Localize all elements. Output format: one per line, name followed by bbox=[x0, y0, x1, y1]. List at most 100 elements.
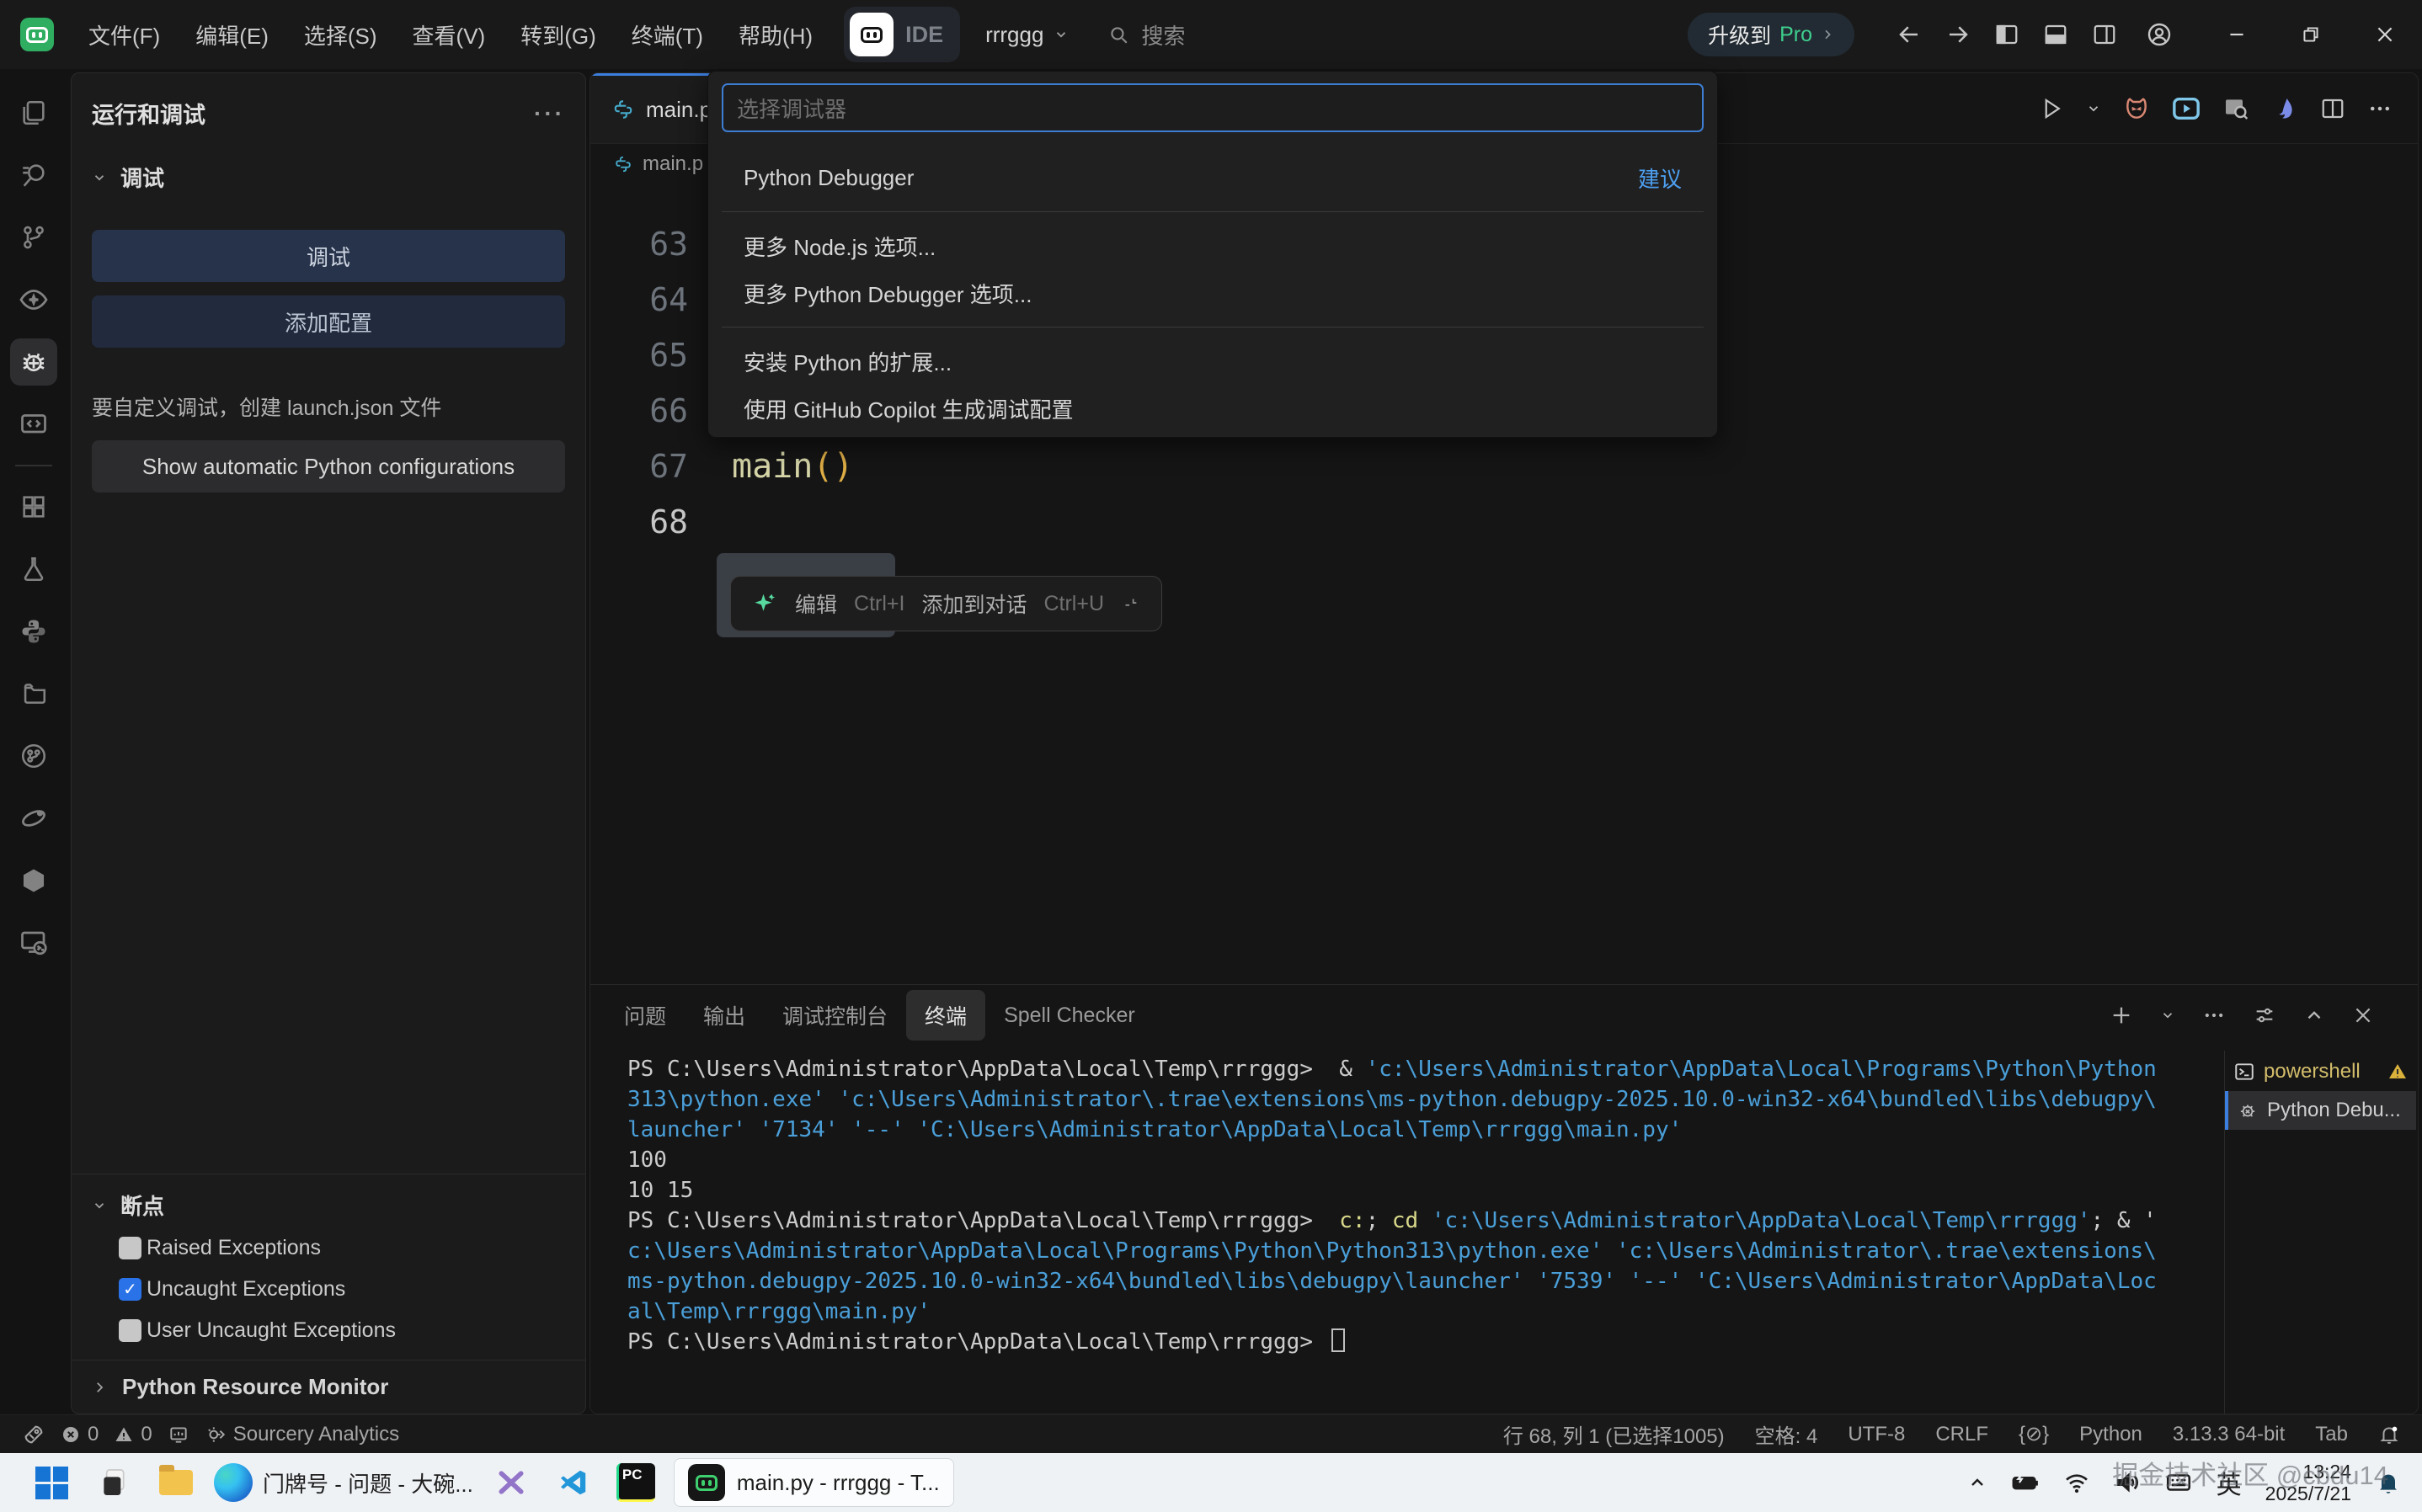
panel-filter-icon[interactable] bbox=[2253, 1004, 2276, 1027]
nav-forward-button[interactable] bbox=[1934, 22, 1982, 47]
restore-button[interactable] bbox=[2274, 0, 2348, 69]
ime-keyboard-icon[interactable] bbox=[2164, 1468, 2193, 1497]
picker-item-more-node[interactable]: 更多 Node.js 选项... bbox=[722, 222, 1704, 269]
minimize-button[interactable] bbox=[2200, 0, 2274, 69]
breakpoint-checkbox-0[interactable] bbox=[119, 1237, 141, 1259]
tray-expand-icon[interactable] bbox=[1967, 1472, 1987, 1493]
close-button[interactable] bbox=[2348, 0, 2422, 69]
preview-icon[interactable] bbox=[2222, 95, 2249, 122]
ide-mode-badge[interactable]: IDE bbox=[844, 7, 960, 62]
python-icon[interactable] bbox=[10, 608, 57, 655]
menu-item-0[interactable]: 文件(F) bbox=[71, 0, 178, 69]
eol-sequence[interactable]: CRLF bbox=[1935, 1423, 1988, 1446]
debugger-picker-input[interactable]: 选择调试器 bbox=[722, 83, 1704, 132]
split-editor-icon[interactable] bbox=[2320, 96, 2345, 121]
python-resource-monitor-section[interactable]: Python Resource Monitor bbox=[72, 1360, 585, 1408]
remote-code-icon[interactable] bbox=[10, 401, 57, 448]
pycharm-button[interactable]: PC bbox=[611, 1458, 660, 1507]
volume-icon[interactable] bbox=[2114, 1469, 2141, 1496]
add-config-button[interactable]: 添加配置 bbox=[92, 295, 565, 348]
jupyter-icon[interactable] bbox=[10, 795, 57, 842]
visual-studio-button[interactable] bbox=[487, 1458, 536, 1507]
file-explorer-button[interactable] bbox=[152, 1458, 200, 1507]
cursor-position[interactable]: 行 68, 列 1 (已选择1005) bbox=[1503, 1419, 1725, 1449]
taskbar-bell-icon[interactable] bbox=[2375, 1469, 2402, 1496]
start-button[interactable] bbox=[27, 1458, 76, 1507]
run-button[interactable] bbox=[2039, 96, 2064, 121]
menu-item-4[interactable]: 转到(G) bbox=[503, 0, 614, 69]
indent-type[interactable]: Tab bbox=[2315, 1423, 2348, 1446]
global-search[interactable]: 搜索 bbox=[1107, 19, 1185, 51]
picker-item-copilot-config[interactable]: 使用 GitHub Copilot 生成调试配置 bbox=[722, 385, 1704, 432]
vscode-button[interactable] bbox=[549, 1458, 598, 1507]
monitor-icon[interactable] bbox=[168, 1424, 189, 1445]
toggle-right-sidebar-icon[interactable] bbox=[2080, 22, 2129, 47]
language-mode-icon[interactable]: {⊘} bbox=[2019, 1422, 2049, 1446]
terminal-dropdown-icon[interactable] bbox=[2160, 1008, 2175, 1023]
breakpoint-checkbox-1[interactable]: ✓ bbox=[119, 1278, 141, 1301]
package-hexagon-icon[interactable] bbox=[10, 857, 57, 904]
task-view-button[interactable] bbox=[89, 1458, 138, 1507]
battery-icon[interactable] bbox=[2011, 1468, 2040, 1497]
encoding[interactable]: UTF-8 bbox=[1848, 1423, 1905, 1446]
ai-edit-label[interactable]: 编辑 bbox=[795, 588, 837, 619]
picker-item-install-python-ext[interactable]: 安装 Python 的扩展... bbox=[722, 338, 1704, 385]
new-terminal-button[interactable] bbox=[2110, 1004, 2133, 1027]
video-run-icon[interactable] bbox=[2172, 94, 2201, 123]
folders-icon[interactable] bbox=[10, 670, 57, 717]
errors-indicator[interactable]: 0 bbox=[61, 1423, 99, 1446]
run-debug-icon[interactable] bbox=[10, 338, 57, 386]
remote-explorer-icon[interactable] bbox=[10, 919, 57, 966]
editor-more-icon[interactable] bbox=[2367, 96, 2393, 121]
warnings-indicator[interactable]: 0 bbox=[114, 1423, 152, 1446]
tab-debug-console[interactable]: 调试控制台 bbox=[764, 990, 906, 1041]
panel-maximize-icon[interactable] bbox=[2303, 1004, 2325, 1026]
terminal-output[interactable]: PS C:\Users\Administrator\AppData\Local\… bbox=[627, 1054, 2221, 1410]
testing-flask-icon[interactable] bbox=[10, 546, 57, 593]
debug-section-header[interactable]: 调试 bbox=[92, 162, 565, 193]
project-manager-icon[interactable] bbox=[10, 732, 57, 780]
sourcery-indicator[interactable]: Sourcery Analytics bbox=[205, 1423, 399, 1446]
terminal-instance-python-debug[interactable]: Python Debu... bbox=[2225, 1091, 2416, 1130]
collapse-corner-icon[interactable] bbox=[1121, 594, 1139, 613]
explorer-icon[interactable] bbox=[10, 89, 57, 136]
menu-item-6[interactable]: 帮助(H) bbox=[721, 0, 830, 69]
nav-back-button[interactable] bbox=[1885, 22, 1934, 47]
tab-terminal[interactable]: 终端 bbox=[906, 990, 985, 1041]
cat-extension-icon[interactable] bbox=[2123, 95, 2150, 122]
debug-button[interactable]: 调试 bbox=[92, 230, 565, 282]
indentation-spaces[interactable]: 空格: 4 bbox=[1755, 1419, 1818, 1449]
workspace-switcher[interactable]: rrrggg bbox=[985, 22, 1069, 48]
picker-item-python-debugger[interactable]: Python Debugger 建议 bbox=[722, 154, 1704, 201]
python-interpreter[interactable]: 3.13.3 64-bit bbox=[2173, 1423, 2285, 1446]
ai-chat-label[interactable]: 添加到对话 bbox=[921, 588, 1027, 619]
toggle-left-sidebar-icon[interactable] bbox=[1982, 22, 2031, 47]
tab-spell-checker[interactable]: Spell Checker bbox=[985, 993, 1154, 1038]
clock[interactable]: 13:24 2025/7/21 bbox=[2265, 1461, 2351, 1504]
terminal-instance-powershell[interactable]: powershell bbox=[2225, 1052, 2416, 1091]
tab-output[interactable]: 输出 bbox=[685, 990, 764, 1041]
notifications-bell-icon[interactable] bbox=[2378, 1424, 2400, 1445]
menu-item-1[interactable]: 编辑(E) bbox=[178, 0, 286, 69]
upgrade-pro-button[interactable]: 升级到 Pro bbox=[1688, 13, 1854, 56]
menu-item-2[interactable]: 选择(S) bbox=[286, 0, 395, 69]
source-control-icon[interactable] bbox=[10, 214, 57, 261]
ai-preview-icon[interactable] bbox=[10, 276, 57, 323]
active-window-trae[interactable]: main.py - rrrggg - T... bbox=[674, 1458, 954, 1507]
menu-item-5[interactable]: 终端(T) bbox=[614, 0, 721, 69]
breakpoint-checkbox-2[interactable] bbox=[119, 1319, 141, 1342]
show-auto-config-button[interactable]: Show automatic Python configurations bbox=[92, 440, 565, 492]
menu-item-3[interactable]: 查看(V) bbox=[395, 0, 504, 69]
wolf-extension-icon[interactable] bbox=[2271, 95, 2298, 122]
ime-language-indicator[interactable]: 英 bbox=[2217, 1464, 2242, 1501]
launch-rocket-icon[interactable] bbox=[22, 1423, 45, 1446]
tab-problems[interactable]: 问题 bbox=[606, 990, 685, 1041]
picker-item-more-python[interactable]: 更多 Python Debugger 选项... bbox=[722, 269, 1704, 317]
panel-close-icon[interactable] bbox=[2352, 1004, 2374, 1026]
breakpoints-section-header[interactable]: 断点 bbox=[72, 1174, 585, 1227]
toggle-bottom-panel-icon[interactable] bbox=[2031, 22, 2080, 47]
inline-ai-hint[interactable]: 编辑 Ctrl+I 添加到对话 Ctrl+U bbox=[730, 576, 1162, 631]
extensions-icon[interactable] bbox=[10, 483, 57, 530]
search-panel-icon[interactable] bbox=[10, 152, 57, 199]
edge-window-button[interactable]: 门牌号 - 问题 - 大碗... bbox=[214, 1463, 473, 1502]
